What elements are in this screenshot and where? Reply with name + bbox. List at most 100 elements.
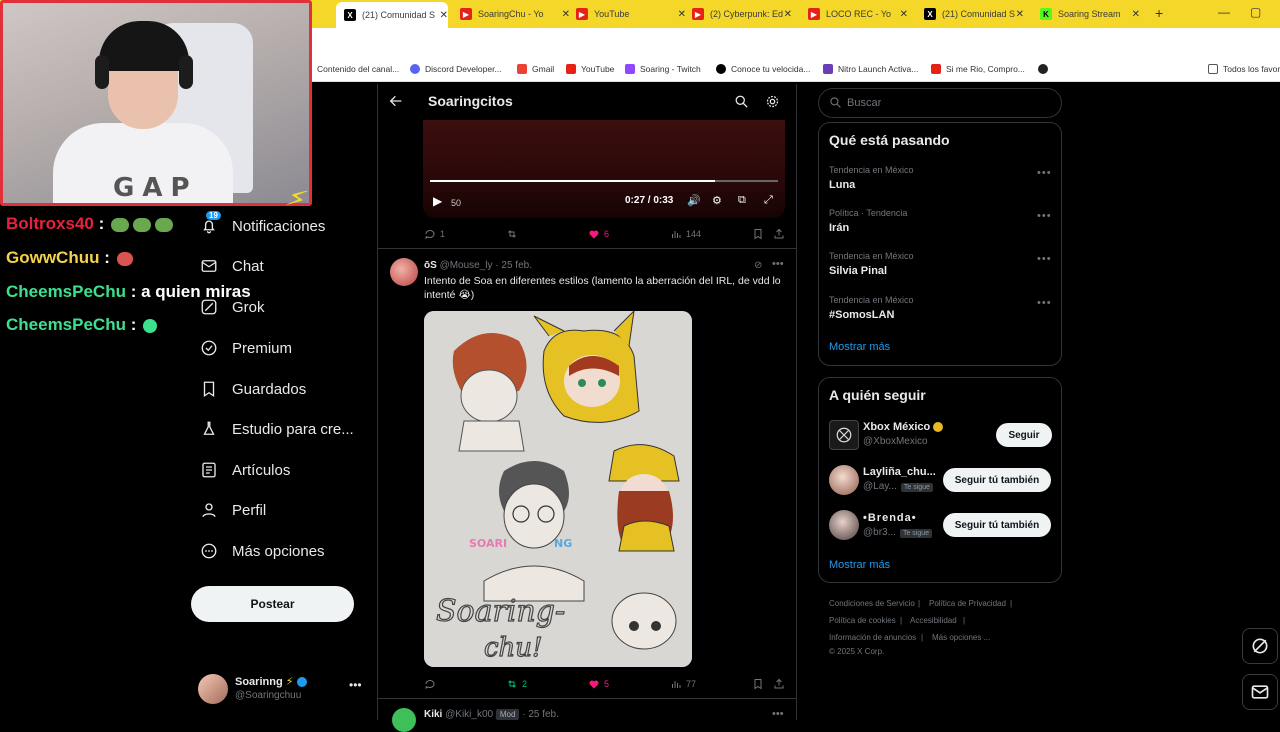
lightning-icon: ⚡ — [285, 676, 294, 688]
search-box[interactable]: Buscar — [818, 88, 1062, 118]
more-icon[interactable]: ••• — [772, 258, 784, 270]
share-button[interactable] — [773, 678, 789, 690]
settings-icon[interactable]: ⚙ — [712, 194, 722, 207]
author-handle[interactable]: @Kiki_k00 — [445, 709, 493, 720]
post-date[interactable]: 25 feb. — [528, 709, 559, 720]
browser-tab[interactable]: ▶ LOCO REC - Yo ✕ — [808, 4, 908, 24]
browser-tab[interactable]: ▶ SoaringChu - Yo ✕ — [460, 4, 570, 24]
more-icon[interactable]: ••• — [1037, 297, 1052, 309]
more-icon[interactable]: ••• — [1037, 253, 1052, 265]
twitch-icon — [625, 64, 635, 74]
avatar[interactable] — [829, 510, 859, 540]
more-icon[interactable]: ••• — [349, 678, 362, 692]
avatar[interactable] — [829, 420, 859, 450]
show-more-link[interactable]: Mostrar más — [829, 559, 890, 571]
volume-icon[interactable]: 🔊 — [687, 194, 701, 207]
bell-icon: 19 — [200, 211, 221, 235]
more-icon[interactable]: ••• — [1037, 167, 1052, 179]
bookmark-item[interactable]: YouTube — [566, 64, 614, 74]
bookmark-item[interactable]: Si me Rio, Compro... — [931, 64, 1025, 74]
play-icon[interactable]: ▶ — [433, 194, 442, 208]
new-tab-icon[interactable]: + — [1155, 5, 1163, 21]
messages-button[interactable] — [1242, 674, 1278, 710]
browser-tab[interactable]: ▶ YouTube ✕ — [576, 4, 686, 24]
post-image[interactable]: Soaring- chu! SOARI NG — [424, 311, 692, 667]
close-icon[interactable]: ✕ — [678, 9, 686, 20]
nav-bookmarks[interactable]: Guardados — [200, 375, 306, 403]
nav-premium[interactable]: Premium — [200, 334, 292, 362]
bookmarks-folder[interactable]: Todos los favor — [1208, 64, 1280, 74]
more-icon[interactable]: ••• — [1037, 210, 1052, 222]
who-to-follow-title: A quién seguir — [829, 387, 926, 403]
bookmark-item[interactable]: Gmail — [517, 64, 554, 74]
pip-icon[interactable]: ⧉ — [738, 194, 746, 207]
back-arrow-icon[interactable] — [388, 93, 404, 109]
bookmark-item[interactable]: Discord Developer... — [410, 64, 502, 74]
views-button[interactable]: 144 — [670, 228, 701, 240]
share-button[interactable] — [773, 228, 789, 240]
reply-button[interactable]: 1 — [424, 228, 445, 240]
browser-tab[interactable]: X (21) Comunidad S ✕ — [336, 2, 448, 28]
grok-button[interactable] — [1242, 628, 1278, 664]
more-icon[interactable]: ••• — [772, 708, 784, 720]
like-button[interactable]: 6 — [588, 228, 609, 240]
youtube-icon: ▶ — [460, 8, 472, 20]
views-button[interactable]: 77 — [670, 678, 696, 690]
avatar[interactable] — [392, 708, 416, 732]
close-icon[interactable]: ✕ — [1132, 9, 1140, 20]
bookmark-item[interactable] — [1038, 64, 1053, 74]
nav-articles[interactable]: Artículos — [200, 456, 290, 484]
author-name[interactable]: Kiki — [424, 709, 442, 720]
nav-chat[interactable]: Chat — [200, 252, 264, 280]
follow-name[interactable]: Xbox México — [863, 421, 944, 433]
nav-profile[interactable]: Perfil — [200, 496, 266, 524]
close-icon[interactable]: ✕ — [562, 9, 570, 20]
retweet-button[interactable]: 2 — [506, 678, 527, 690]
video-player[interactable]: ▶ 50 0:27 / 0:33 🔊 ⚙ ⧉ ⤢ — [423, 120, 785, 218]
verified-badge-icon — [296, 677, 307, 688]
grok-icon[interactable]: ⊘ — [754, 260, 762, 271]
mail-icon — [1251, 685, 1269, 699]
close-icon[interactable]: ✕ — [1016, 9, 1024, 20]
nav-notifications[interactable]: 19 Notificaciones — [200, 211, 325, 240]
search-icon[interactable] — [734, 94, 749, 109]
fullscreen-icon[interactable]: ⤢ — [764, 194, 773, 207]
follow-back-button[interactable]: Seguir tú también — [943, 468, 1051, 492]
retweet-button[interactable] — [506, 228, 522, 240]
post-date[interactable]: 25 feb. — [501, 260, 532, 271]
nav-more[interactable]: Más opciones — [200, 537, 325, 565]
follow-name[interactable]: •Brenda• — [863, 512, 917, 524]
browser-tab[interactable]: X (21) Comunidad S ✕ — [924, 4, 1024, 24]
nav-creator-studio[interactable]: Estudio para cre... — [200, 415, 354, 443]
close-icon[interactable]: ✕ — [900, 9, 908, 20]
author-handle[interactable]: @Mouse_ly — [440, 260, 493, 271]
gear-icon[interactable] — [765, 94, 780, 109]
search-input[interactable]: Buscar — [847, 97, 881, 109]
bookmark-item[interactable]: Conoce tu velocida... — [716, 64, 810, 74]
follow-back-button[interactable]: Seguir tú también — [943, 513, 1051, 537]
follow-name[interactable]: Layliña_chu... — [863, 466, 936, 478]
video-progress-track[interactable] — [430, 180, 778, 182]
like-button[interactable]: 5 — [588, 678, 609, 690]
author-name[interactable]: ōS — [424, 260, 437, 271]
emote-icon — [143, 318, 158, 333]
account-switcher[interactable]: Soarinng ⚡ @Soaringchuu ••• — [198, 672, 368, 708]
avatar[interactable] — [829, 465, 859, 495]
bookmark-item[interactable]: Contenido del canal... — [317, 64, 399, 74]
follow-button[interactable]: Seguir — [996, 423, 1052, 447]
show-more-link[interactable]: Mostrar más — [829, 341, 890, 353]
avatar[interactable] — [390, 258, 418, 286]
bookmark-button[interactable] — [752, 228, 768, 240]
browser-tab[interactable]: K Soaring Stream ✕ — [1040, 4, 1140, 24]
follow-handle: @Lay... — [863, 481, 897, 492]
close-icon[interactable]: ✕ — [440, 10, 448, 21]
close-icon[interactable]: ✕ — [784, 9, 792, 20]
bookmark-item[interactable]: Soaring - Twitch — [625, 64, 701, 74]
minimize-icon[interactable]: — — [1218, 5, 1230, 19]
browser-tab[interactable]: ▶ (2) Cyberpunk: Ed ✕ — [692, 4, 792, 24]
post-button[interactable]: Postear — [191, 586, 354, 622]
bookmark-button[interactable] — [752, 678, 768, 690]
maximize-icon[interactable]: ▢ — [1250, 5, 1261, 19]
bookmark-item[interactable]: Nitro Launch Activa... — [823, 64, 918, 74]
reply-button[interactable] — [424, 678, 440, 690]
